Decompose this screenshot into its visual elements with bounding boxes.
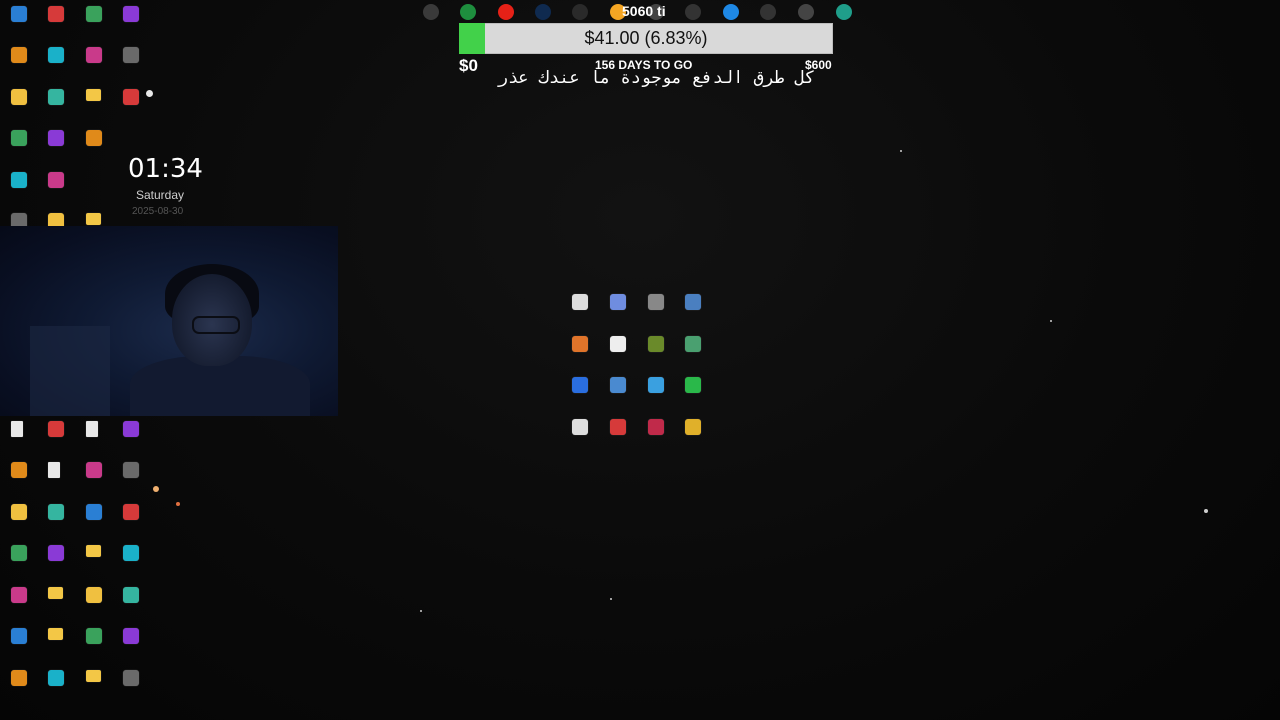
clock-date: 2025-08-30 xyxy=(132,206,184,217)
app-shortcut-icon[interactable] xyxy=(11,6,27,22)
app-shortcut-icon[interactable] xyxy=(11,462,27,478)
app-icon[interactable] xyxy=(760,4,776,20)
folder-icon[interactable] xyxy=(86,545,101,557)
epic-games-icon[interactable] xyxy=(572,4,588,20)
app-shortcut-icon[interactable] xyxy=(572,419,588,435)
folder-icon[interactable] xyxy=(86,213,101,225)
app-shortcut-icon[interactable] xyxy=(123,587,139,603)
app-shortcut-icon[interactable] xyxy=(123,628,139,644)
app-shortcut-icon[interactable] xyxy=(86,628,102,644)
top-label: 5060 ti xyxy=(622,3,666,19)
clock-day: Saturday xyxy=(136,188,185,202)
app-shortcut-icon[interactable] xyxy=(685,336,701,352)
clock-time: 01:34 xyxy=(128,154,203,184)
app-shortcut-icon[interactable] xyxy=(86,130,102,146)
app-shortcut-icon[interactable] xyxy=(610,294,626,310)
star xyxy=(1204,509,1208,513)
app-shortcut-icon[interactable] xyxy=(86,6,102,22)
app-icon[interactable] xyxy=(798,4,814,20)
youtube-icon[interactable] xyxy=(498,4,514,20)
app-shortcut-icon[interactable] xyxy=(685,294,701,310)
star xyxy=(610,598,612,600)
app-shortcut-icon[interactable] xyxy=(48,504,64,520)
folder-icon[interactable] xyxy=(48,587,63,599)
google-drive-icon[interactable] xyxy=(460,4,476,20)
app-shortcut-icon[interactable] xyxy=(648,294,664,310)
app-shortcut-icon[interactable] xyxy=(86,587,102,603)
app-shortcut-icon[interactable] xyxy=(48,670,64,686)
steam-icon[interactable] xyxy=(423,4,439,20)
app-shortcut-icon[interactable] xyxy=(48,172,64,188)
app-shortcut-icon[interactable] xyxy=(11,130,27,146)
app-shortcut-icon[interactable] xyxy=(123,462,139,478)
file-icon[interactable] xyxy=(48,462,60,478)
folder-icon[interactable] xyxy=(86,89,101,101)
star xyxy=(176,502,180,506)
app-shortcut-icon[interactable] xyxy=(11,89,27,105)
app-shortcut-icon[interactable] xyxy=(123,504,139,520)
donation-goal-bar: $41.00 (6.83%) xyxy=(459,23,833,54)
app-shortcut-icon[interactable] xyxy=(572,294,588,310)
discord-icon[interactable] xyxy=(836,4,852,20)
app-shortcut-icon[interactable] xyxy=(11,545,27,561)
app-shortcut-icon[interactable] xyxy=(11,47,27,63)
app-shortcut-icon[interactable] xyxy=(48,545,64,561)
photoshop-icon[interactable] xyxy=(535,4,551,20)
app-shortcut-icon[interactable] xyxy=(48,47,64,63)
star xyxy=(900,150,902,152)
app-shortcut-icon[interactable] xyxy=(123,89,139,105)
app-shortcut-icon[interactable] xyxy=(648,336,664,352)
app-shortcut-icon[interactable] xyxy=(648,377,664,393)
app-shortcut-icon[interactable] xyxy=(48,130,64,146)
app-shortcut-icon[interactable] xyxy=(11,670,27,686)
app-shortcut-icon[interactable] xyxy=(86,47,102,63)
file-icon[interactable] xyxy=(11,421,23,437)
app-shortcut-icon[interactable] xyxy=(123,47,139,63)
app-shortcut-icon[interactable] xyxy=(11,628,27,644)
webcam-overlay xyxy=(0,226,338,416)
star xyxy=(146,90,153,97)
app-shortcut-icon[interactable] xyxy=(86,462,102,478)
app-shortcut-icon[interactable] xyxy=(48,6,64,22)
app-shortcut-icon[interactable] xyxy=(610,336,626,352)
app-shortcut-icon[interactable] xyxy=(572,377,588,393)
app-icon[interactable] xyxy=(685,4,701,20)
overlay-text: كل طرق الدفع موجودة ما عندك عذر xyxy=(497,68,815,88)
app-shortcut-icon[interactable] xyxy=(11,587,27,603)
app-shortcut-icon[interactable] xyxy=(123,6,139,22)
app-shortcut-icon[interactable] xyxy=(685,419,701,435)
app-shortcut-icon[interactable] xyxy=(11,504,27,520)
app-shortcut-icon[interactable] xyxy=(86,504,102,520)
goal-amount: $41.00 (6.83%) xyxy=(584,28,708,48)
app-shortcut-icon[interactable] xyxy=(123,421,139,437)
app-shortcut-icon[interactable] xyxy=(685,377,701,393)
file-icon[interactable] xyxy=(86,421,98,437)
app-shortcut-icon[interactable] xyxy=(123,670,139,686)
app-shortcut-icon[interactable] xyxy=(11,172,27,188)
app-shortcut-icon[interactable] xyxy=(572,336,588,352)
star xyxy=(1050,320,1052,322)
app-shortcut-icon[interactable] xyxy=(648,419,664,435)
app-shortcut-icon[interactable] xyxy=(610,377,626,393)
app-shortcut-icon[interactable] xyxy=(123,545,139,561)
edge-icon[interactable] xyxy=(723,4,739,20)
star xyxy=(420,610,422,612)
app-shortcut-icon[interactable] xyxy=(48,89,64,105)
app-shortcut-icon[interactable] xyxy=(610,419,626,435)
app-shortcut-icon[interactable] xyxy=(48,421,64,437)
folder-icon[interactable] xyxy=(86,670,101,682)
star xyxy=(153,486,159,492)
webcam-glasses xyxy=(192,316,240,334)
folder-icon[interactable] xyxy=(48,628,63,640)
webcam-background xyxy=(30,326,110,416)
